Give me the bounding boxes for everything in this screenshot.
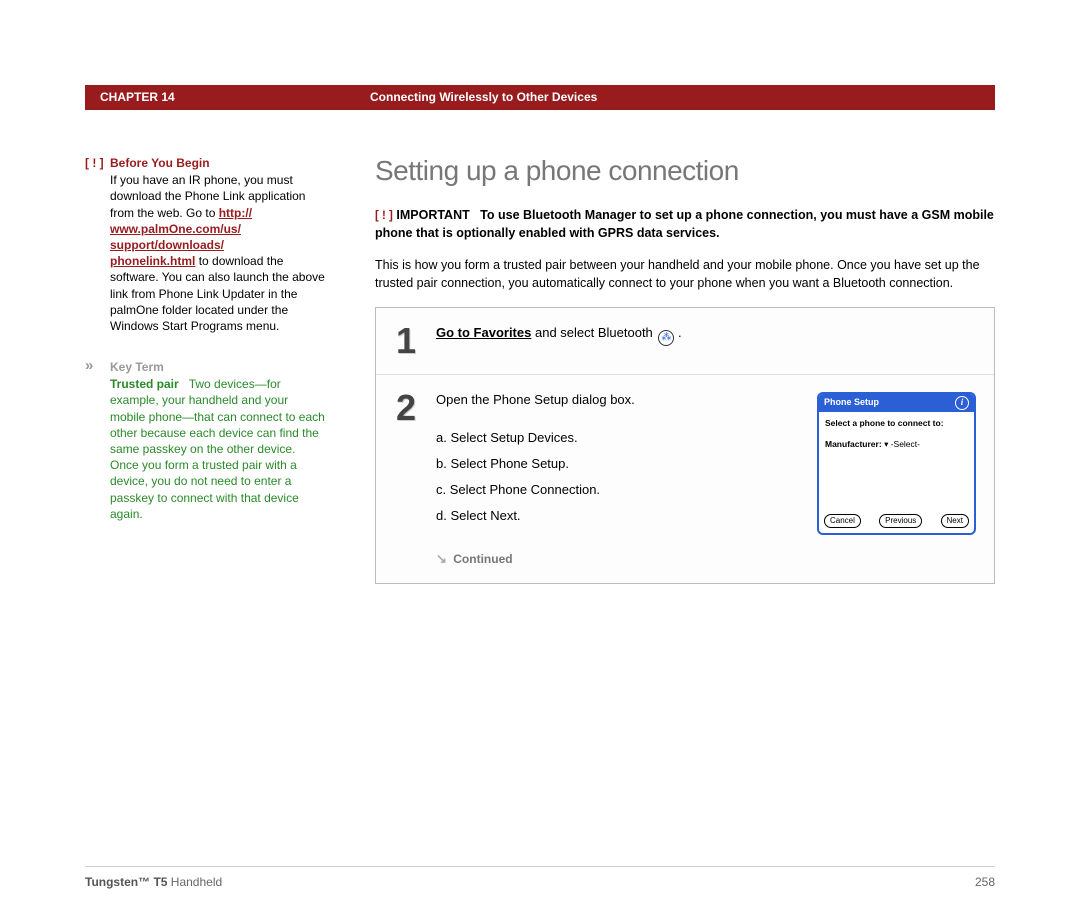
intro-paragraph: This is how you form a trusted pair betw…: [375, 257, 995, 292]
important-note: [ ! ] IMPORTANT To use Bluetooth Manager…: [375, 207, 995, 242]
step-1-rest: and select Bluetooth: [535, 325, 656, 340]
chapter-title: Connecting Wirelessly to Other Devices: [370, 85, 597, 110]
footer-product-bold: Tungsten™ T5: [85, 875, 167, 889]
key-term-block: » Key Term Trusted pair Two devices—for …: [85, 359, 325, 522]
phone-setup-dialog: Phone Setup i Select a phone to connect …: [817, 392, 976, 535]
page-footer: Tungsten™ T5 Handheld 258: [85, 866, 995, 889]
key-term-content: Key Term Trusted pair Two devices—for ex…: [110, 359, 325, 522]
key-term-def-text: Two devices—for example, your handheld a…: [110, 377, 325, 521]
continued-arrow-icon: ↘: [436, 549, 447, 569]
key-term-term: Trusted pair: [110, 377, 179, 391]
step-2b: b. Select Phone Setup.: [436, 451, 777, 477]
step-1-number: 1: [376, 323, 436, 359]
key-term-heading: Key Term: [110, 359, 325, 375]
dialog-body: Select a phone to connect to: Manufactur…: [819, 412, 974, 514]
dialog-button-row: Cancel Previous Next: [819, 514, 974, 533]
manufacturer-label: Manufacturer:: [825, 439, 882, 449]
step-2-substeps: a. Select Setup Devices. b. Select Phone…: [436, 425, 777, 529]
chapter-number: CHAPTER 14: [85, 85, 370, 110]
manufacturer-dropdown[interactable]: ▾ -Select-: [884, 439, 920, 449]
page-title: Setting up a phone connection: [375, 155, 995, 187]
chevron-right-icon: »: [85, 359, 110, 522]
dialog-titlebar: Phone Setup i: [819, 394, 974, 412]
body-columns: [ ! ] Before You Begin If you have an IR…: [85, 155, 995, 584]
key-term-definition: Trusted pair Two devices—for example, yo…: [110, 377, 325, 521]
main-content: Setting up a phone connection [ ! ] IMPO…: [375, 155, 995, 584]
page-container: CHAPTER 14 Connecting Wirelessly to Othe…: [0, 85, 1080, 919]
before-you-begin-block: [ ! ] Before You Begin If you have an IR…: [85, 155, 325, 334]
phonelink-url-line3[interactable]: support/downloads/: [110, 238, 224, 252]
phonelink-url-line1[interactable]: http://: [219, 206, 252, 220]
step-2-body: Open the Phone Setup dialog box. a. Sele…: [436, 390, 976, 568]
bluetooth-icon: ⁂: [658, 330, 674, 346]
important-label: IMPORTANT: [396, 208, 469, 222]
sidebar: [ ! ] Before You Begin If you have an IR…: [85, 155, 325, 584]
step-2-lead: Open the Phone Setup dialog box.: [436, 390, 777, 410]
footer-page-number: 258: [975, 875, 995, 889]
next-button[interactable]: Next: [941, 514, 969, 528]
byb-text-1: If you have an IR phone, you must downlo…: [110, 173, 305, 219]
alert-marker: [ ! ]: [85, 155, 110, 334]
phonelink-url-line2[interactable]: www.palmOne.com/us/: [110, 222, 241, 236]
before-you-begin-content: Before You Begin If you have an IR phone…: [110, 155, 325, 334]
step-1-row: 1 Go to Favorites and select Bluetooth ⁂…: [376, 308, 994, 375]
step-2c: c. Select Phone Connection.: [436, 477, 777, 503]
important-marker: [ ! ]: [375, 210, 393, 222]
info-icon[interactable]: i: [955, 396, 969, 410]
steps-box: 1 Go to Favorites and select Bluetooth ⁂…: [375, 307, 995, 584]
step-2-wrap: Open the Phone Setup dialog box. a. Sele…: [436, 390, 976, 568]
previous-button[interactable]: Previous: [879, 514, 922, 528]
step-2d: d. Select Next.: [436, 503, 777, 529]
continued-indicator: ↘ Continued: [436, 549, 777, 569]
dialog-title: Phone Setup: [824, 396, 879, 410]
chapter-header-bar: CHAPTER 14 Connecting Wirelessly to Othe…: [85, 85, 995, 110]
before-you-begin-heading: Before You Begin: [110, 155, 325, 171]
dialog-prompt: Select a phone to connect to:: [825, 417, 968, 430]
step-1-body: Go to Favorites and select Bluetooth ⁂ .: [436, 323, 976, 359]
step-2-number: 2: [376, 390, 436, 568]
footer-product: Tungsten™ T5 Handheld: [85, 875, 222, 889]
cancel-button[interactable]: Cancel: [824, 514, 861, 528]
step-2a: a. Select Setup Devices.: [436, 425, 777, 451]
go-to-favorites-link[interactable]: Go to Favorites: [436, 325, 531, 340]
footer-product-rest: Handheld: [167, 875, 222, 889]
continued-label: Continued: [453, 552, 512, 566]
phonelink-url-line4[interactable]: phonelink.html: [110, 254, 195, 268]
step-2-text: Open the Phone Setup dialog box. a. Sele…: [436, 390, 777, 568]
step-2-row: 2 Open the Phone Setup dialog box. a. Se…: [376, 375, 994, 583]
